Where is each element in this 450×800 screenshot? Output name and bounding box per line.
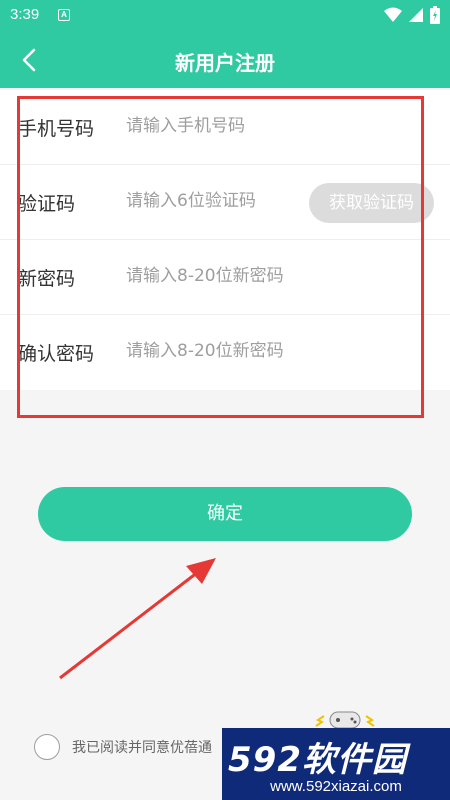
watermark: 592软件园 www.592xiazai.com bbox=[222, 728, 450, 800]
register-form: 手机号码 验证码 获取验证码 新密码 确认密码 bbox=[0, 90, 450, 390]
page-title: 新用户注册 bbox=[175, 51, 275, 75]
app-bar: 新用户注册 bbox=[0, 32, 450, 88]
battery-icon bbox=[430, 6, 440, 24]
status-icons bbox=[384, 6, 440, 24]
agree-checkbox[interactable] bbox=[34, 734, 60, 760]
get-code-button[interactable]: 获取验证码 bbox=[309, 183, 434, 223]
agreement: 我已阅读并同意优蓓通 bbox=[34, 734, 212, 760]
new-password-row: 新密码 bbox=[0, 240, 450, 315]
status-time: 3:39 bbox=[10, 6, 40, 23]
gamepad-icon bbox=[315, 711, 375, 729]
notification-icon: A bbox=[58, 9, 70, 21]
signal-icon bbox=[409, 8, 423, 22]
new-password-input[interactable] bbox=[126, 266, 306, 286]
phone-label: 手机号码 bbox=[18, 118, 95, 140]
confirm-password-input[interactable] bbox=[126, 341, 306, 361]
new-password-label: 新密码 bbox=[18, 268, 76, 290]
confirm-password-label: 确认密码 bbox=[18, 343, 95, 365]
code-row: 验证码 获取验证码 bbox=[0, 165, 450, 240]
phone-row: 手机号码 bbox=[0, 90, 450, 165]
wifi-icon bbox=[384, 7, 402, 22]
phone-input[interactable] bbox=[126, 116, 306, 136]
watermark-brand-number: 592 bbox=[228, 740, 302, 780]
agreement-text: 我已阅读并同意优蓓通 bbox=[72, 740, 212, 756]
confirm-button[interactable]: 确定 bbox=[38, 487, 412, 541]
status-bar: 3:39 A bbox=[0, 0, 450, 32]
watermark-brand-text: 软件园 bbox=[301, 740, 407, 780]
code-input[interactable] bbox=[126, 191, 306, 211]
watermark-logo: 592软件园 bbox=[228, 732, 407, 781]
confirm-password-row: 确认密码 bbox=[0, 315, 450, 390]
code-label: 验证码 bbox=[18, 193, 76, 215]
watermark-url: www.592xiazai.com bbox=[270, 778, 402, 795]
